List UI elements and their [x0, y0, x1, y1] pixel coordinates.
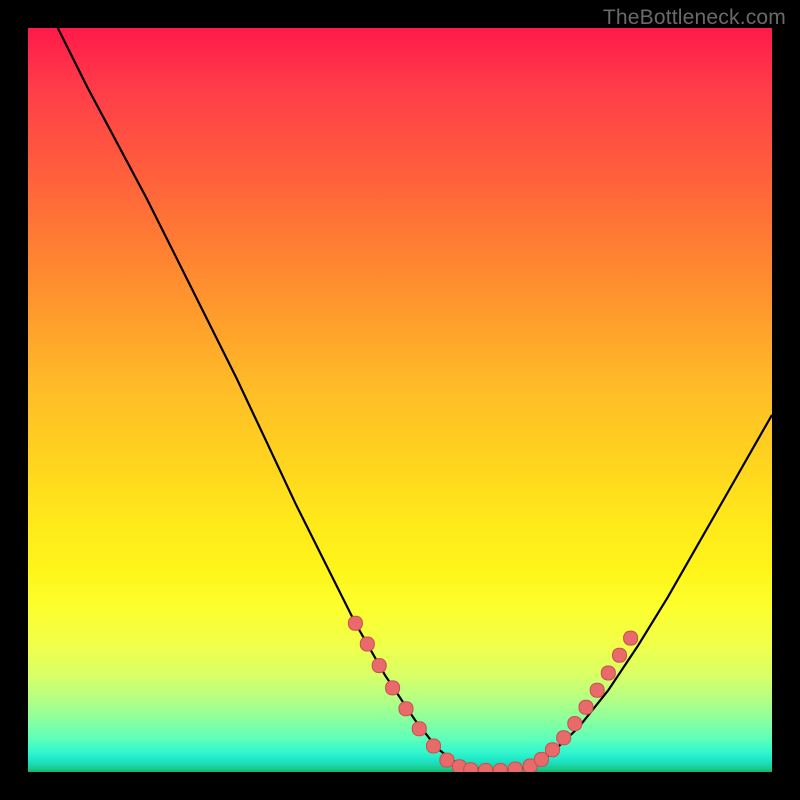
chart-frame: TheBottleneck.com	[0, 0, 800, 800]
curve-marker	[399, 702, 413, 716]
curve-marker	[613, 648, 627, 662]
curve-marker	[557, 731, 571, 745]
curve-marker	[568, 717, 582, 731]
bottleneck-curve	[58, 28, 772, 771]
curve-marker	[348, 616, 362, 630]
curve-marker	[508, 762, 522, 772]
curve-marker	[493, 764, 507, 773]
curve-marker	[546, 743, 560, 757]
curve-markers	[348, 616, 637, 772]
curve-marker	[412, 722, 426, 736]
curve-marker	[601, 666, 615, 680]
curve-marker	[372, 659, 386, 673]
curve-marker	[579, 700, 593, 714]
curve-marker	[534, 752, 548, 766]
curve-marker	[386, 681, 400, 695]
curve-marker	[360, 637, 374, 651]
curve-marker	[479, 764, 493, 773]
curve-marker	[624, 631, 638, 645]
curve-marker	[464, 763, 478, 772]
chart-svg	[28, 28, 772, 772]
watermark-label: TheBottleneck.com	[603, 6, 786, 30]
curve-marker	[590, 683, 604, 697]
curve-marker	[427, 739, 441, 753]
curve-marker	[440, 753, 454, 767]
plot-area	[28, 28, 772, 772]
